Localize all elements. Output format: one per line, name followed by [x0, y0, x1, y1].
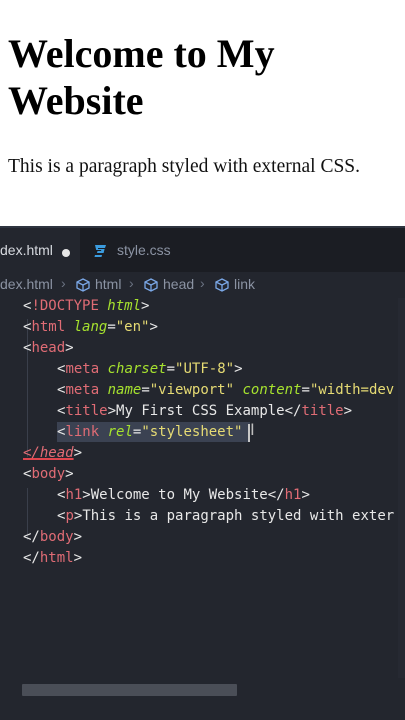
preview-heading: Welcome to My Website — [8, 31, 275, 123]
ibeam-cursor-icon: I — [250, 420, 255, 439]
code-line[interactable]: <!DOCTYPE html> — [23, 296, 405, 317]
tab-style-css[interactable]: style.css — [80, 228, 215, 272]
breadcrumb-link[interactable]: link — [234, 276, 255, 292]
chevron-right-icon: › — [61, 275, 66, 291]
modified-dot-icon[interactable] — [62, 249, 70, 257]
code-line[interactable]: </head> — [23, 443, 405, 464]
element-icon — [215, 278, 229, 292]
code-line[interactable]: <title>My First CSS Example</title> — [57, 401, 405, 422]
code-line[interactable]: <html lang="en"> — [23, 317, 405, 338]
breadcrumb-file[interactable]: dex.html — [0, 276, 53, 292]
breadcrumb-head[interactable]: head — [163, 276, 194, 292]
preview-paragraph: This is a paragraph styled with external… — [8, 156, 361, 177]
code-line[interactable]: <meta name="viewport" content="width=dev — [57, 380, 405, 401]
chevron-right-icon: › — [129, 275, 134, 291]
chevron-right-icon: › — [200, 275, 205, 291]
horizontal-scrollbar-thumb[interactable] — [22, 684, 237, 696]
tab-index-html[interactable]: dex.html — [0, 228, 80, 272]
code-line[interactable]: <meta charset="UTF-8"> — [57, 359, 405, 380]
css-file-icon — [94, 245, 106, 257]
code-line[interactable]: <h1>Welcome to My Website</h1> — [57, 485, 405, 506]
code-editor[interactable]: dex.html style.css dex.html › html › hea… — [0, 226, 405, 720]
tab-label: style.css — [117, 242, 171, 258]
editor-tab-bar: dex.html style.css — [0, 226, 405, 272]
element-icon — [76, 278, 90, 292]
code-line[interactable]: <head> — [23, 338, 405, 359]
tab-label: dex.html — [0, 242, 53, 258]
breadcrumb: dex.html › html › head › link — [0, 274, 405, 294]
code-line[interactable]: </html> — [23, 548, 405, 569]
code-line[interactable]: </body> — [23, 527, 405, 548]
breadcrumb-html[interactable]: html — [95, 276, 121, 292]
code-line[interactable]: <p>This is a paragraph styled with exter — [57, 506, 405, 527]
element-icon — [144, 278, 158, 292]
browser-preview: Welcome to My Website This is a paragrap… — [0, 0, 405, 226]
code-line[interactable]: <body> — [23, 464, 405, 485]
code-line[interactable]: <link rel="stylesheet" — [57, 422, 405, 443]
